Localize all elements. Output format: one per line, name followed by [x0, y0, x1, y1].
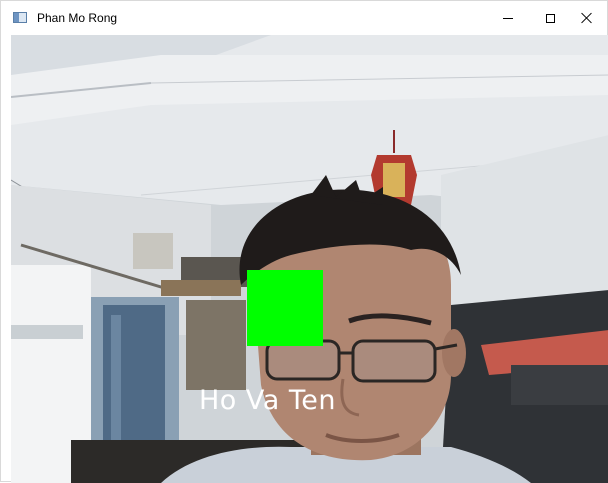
- detection-box: [247, 270, 323, 346]
- window-title: Phan Mo Rong: [37, 11, 118, 25]
- maximize-icon: [545, 13, 555, 23]
- minimize-button[interactable]: [485, 1, 531, 35]
- app-window: Phan Mo Rong Ho Va Ten: [0, 0, 608, 483]
- camera-frame: Ho Va Ten: [11, 35, 608, 483]
- minimize-icon: [503, 17, 513, 19]
- close-button[interactable]: [567, 1, 607, 35]
- title-bar[interactable]: Phan Mo Rong: [1, 1, 607, 35]
- face-label: Ho Va Ten: [199, 385, 337, 416]
- close-icon: [581, 12, 593, 24]
- app-window-icon: [13, 12, 27, 23]
